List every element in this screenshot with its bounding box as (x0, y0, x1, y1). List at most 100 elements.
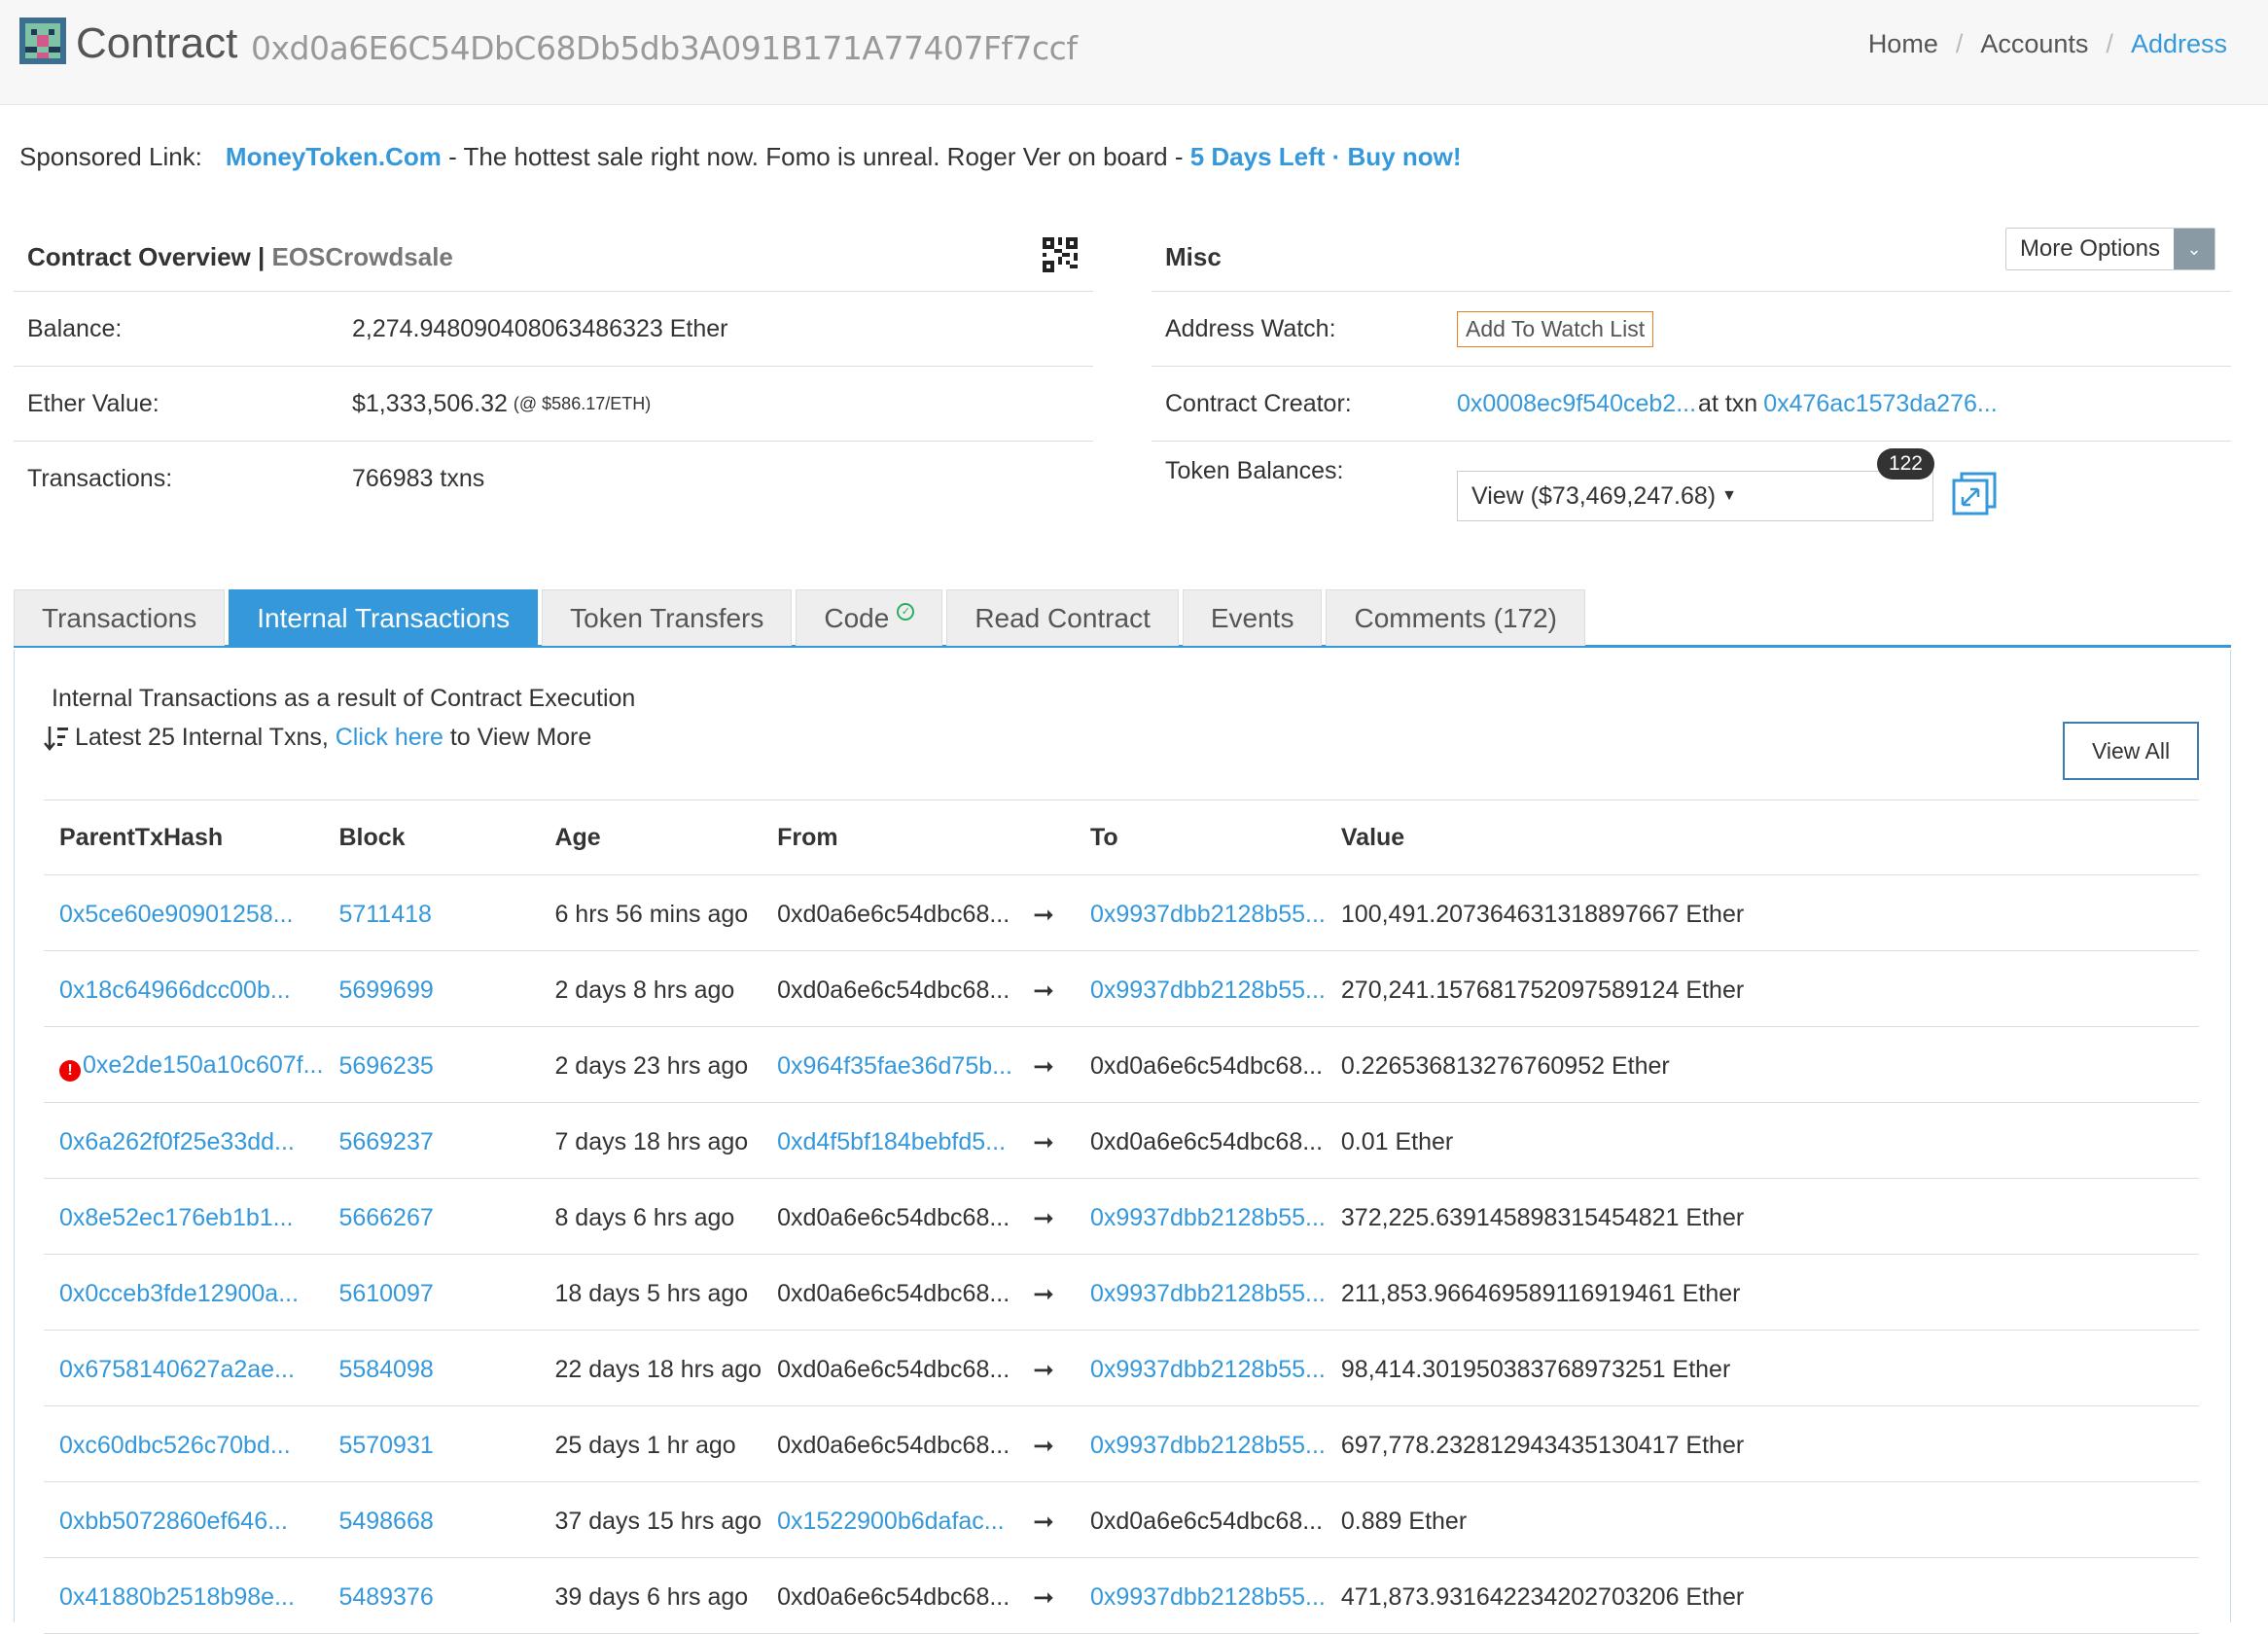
qr-code-icon[interactable] (1043, 237, 1078, 272)
balance-value: 2,274.948090408063486323 Ether (352, 314, 728, 342)
table-row: 0x6758140627a2ae... 5584098 22 days 18 hrs… (44, 1330, 2199, 1406)
age-cell: 39 days 6 hrs ago (539, 1557, 762, 1634)
tab-comments[interactable]: Comments (172) (1326, 589, 1585, 646)
value-cell: 372,225.639145898315454821 Ether (1325, 1178, 2199, 1255)
block-link[interactable]: 5610097 (338, 1280, 433, 1307)
internal-txns-description: Internal Transactions as a result of Con… (52, 685, 636, 712)
more-options-button[interactable]: More Options ⌄ (2004, 228, 2215, 270)
block-link[interactable]: 5669237 (338, 1128, 433, 1155)
block-cell: 5666267 (323, 1178, 540, 1255)
to-address-link[interactable]: 0x9937dbb2128b55... (1090, 1583, 1326, 1611)
contract-creator-label: Contract Creator: (1165, 389, 1352, 417)
parent-tx-hash-link[interactable]: 0xbb5072860ef646... (59, 1508, 288, 1535)
from-cell: 0xd0a6e6c54dbc68... (762, 1557, 1012, 1634)
to-address-link[interactable]: 0x9937dbb2128b55... (1090, 1356, 1326, 1383)
to-cell: 0xd0a6e6c54dbc68... (1074, 1481, 1326, 1558)
table-row: 0x18c64966dcc00b... 5699699 2 days 8 hrs a… (44, 950, 2199, 1027)
add-to-watch-list-button[interactable]: Add To Watch List (1457, 310, 1654, 347)
tab-token-transfers[interactable]: Token Transfers (542, 589, 793, 646)
click-here-link[interactable]: Click here (336, 724, 443, 752)
table-row: 0x0cceb3fde12900a... 5610097 18 days 5 hrs… (44, 1254, 2199, 1331)
breadcrumb-accounts[interactable]: Accounts (1980, 29, 2088, 59)
value-cell: 0.01 Ether (1325, 1102, 2199, 1179)
from-address-link[interactable]: 0xd4f5bf184bebfd5... (777, 1128, 1006, 1155)
block-link[interactable]: 5699699 (338, 977, 433, 1004)
breadcrumb-separator: / (1955, 29, 1964, 58)
view-all-button[interactable]: View All (2063, 722, 2199, 780)
block-link[interactable]: 5696235 (338, 1052, 433, 1080)
to-address: 0xd0a6e6c54dbc68... (1089, 1052, 1324, 1080)
from-cell: 0xd0a6e6c54dbc68... (762, 1254, 1012, 1331)
to-cell: 0x9937dbb2128b55... (1074, 950, 1326, 1027)
from-address: 0xd0a6e6c54dbc68... (777, 977, 1010, 1004)
col-to: To (1074, 799, 1326, 875)
overview-header: Contract Overview | EOSCrowdsale (14, 224, 1093, 292)
parent-tx-hash-link[interactable]: 0xe2de150a10c607f... (83, 1051, 323, 1079)
block-link[interactable]: 5498668 (338, 1508, 433, 1535)
table-row: 0x41880b2518b98e... 5489376 39 days 6 hrs … (44, 1557, 2199, 1634)
from-cell: 0xd0a6e6c54dbc68... (762, 874, 1012, 951)
block-cell: 5696235 (323, 1026, 540, 1103)
parent-tx-hash-cell: 0x5ce60e90901258... (44, 874, 324, 951)
block-cell: 5489376 (323, 1557, 540, 1634)
contract-creator-row: Contract Creator: 0x0008ec9f540ceb2... a… (1152, 367, 2231, 442)
value-cell: 471,873.931642234202703206 Ether (1325, 1557, 2199, 1634)
parent-tx-hash-link[interactable]: 0x6758140627a2ae... (59, 1356, 295, 1383)
to-address-link[interactable]: 0x9937dbb2128b55... (1090, 1432, 1326, 1459)
value-cell: 0.889 Ether (1325, 1481, 2199, 1558)
table-row: 0x6a262f0f25e33dd... 5669237 7 days 18 hrs… (44, 1102, 2199, 1179)
from-address-link[interactable]: 0x1522900b6dafac... (777, 1508, 1005, 1535)
chevron-down-icon: ⌄ (2174, 229, 2215, 269)
value-cell: 100,491.207364631318897667 Ether (1325, 874, 2199, 951)
parent-tx-hash-link[interactable]: 0x8e52ec176eb1b1... (59, 1204, 294, 1231)
sponsored-label: Sponsored Link: (19, 142, 202, 171)
tab-transactions[interactable]: Transactions (14, 589, 226, 646)
creator-txn-link[interactable]: 0x476ac1573da276... (1763, 390, 1998, 418)
latest-txns-prefix: Latest 25 Internal Txns, (75, 724, 336, 751)
address-watch-row: Address Watch: Add To Watch List (1152, 292, 2231, 367)
tab-events[interactable]: Events (1182, 589, 1323, 646)
parent-tx-hash-link[interactable]: 0x5ce60e90901258... (59, 901, 294, 928)
parent-tx-hash-cell: 0x18c64966dcc00b... (44, 950, 324, 1027)
creator-address-link[interactable]: 0x0008ec9f540ceb2... (1457, 390, 1696, 418)
address-watch-label: Address Watch: (1165, 314, 1336, 342)
to-address-link[interactable]: 0x9937dbb2128b55... (1090, 977, 1326, 1004)
parent-tx-hash-link[interactable]: 0x18c64966dcc00b... (59, 977, 291, 1004)
block-link[interactable]: 5489376 (338, 1583, 433, 1611)
to-address-link[interactable]: 0x9937dbb2128b55... (1090, 901, 1326, 928)
to-address-link[interactable]: 0x9937dbb2128b55... (1090, 1204, 1326, 1231)
block-link[interactable]: 5570931 (338, 1432, 433, 1459)
parent-tx-hash-cell: ! 0xe2de150a10c607f... (44, 1026, 324, 1103)
from-address-link[interactable]: 0x964f35fae36d75b... (777, 1052, 1012, 1080)
sponsor-cta-link[interactable]: 5 Days Left · Buy now! (1190, 142, 1462, 171)
tab-internal-transactions[interactable]: Internal Transactions (229, 589, 539, 646)
parent-tx-hash-link[interactable]: 0x6a262f0f25e33dd... (59, 1128, 295, 1155)
parent-tx-hash-link[interactable]: 0x0cceb3fde12900a... (59, 1280, 299, 1307)
tab-read-contract[interactable]: Read Contract (946, 589, 1179, 646)
sponsored-link: Sponsored Link: MoneyToken.Com - The hott… (19, 142, 1462, 172)
to-cell: 0xd0a6e6c54dbc68... (1074, 1102, 1326, 1179)
expand-icon[interactable] (1951, 471, 1998, 517)
to-address-link[interactable]: 0x9937dbb2128b55... (1090, 1280, 1326, 1307)
parent-tx-hash-cell: 0x8e52ec176eb1b1... (44, 1178, 324, 1255)
to-address: 0xd0a6e6c54dbc68... (1089, 1508, 1324, 1535)
block-cell: 5570931 (323, 1405, 540, 1482)
table-row: 0xc60dbc526c70bd... 5570931 25 days 1 hr a… (44, 1405, 2199, 1482)
age-cell: 18 days 5 hrs ago (539, 1254, 762, 1331)
col-age: Age (539, 799, 762, 875)
page-header: Contract 0xd0a6E6C54DbC68Db5db3A091B171A… (0, 0, 2268, 105)
tab-code[interactable]: Code ✓ (796, 589, 943, 646)
parent-tx-hash-link[interactable]: 0xc60dbc526c70bd... (59, 1432, 291, 1459)
token-balances-select[interactable]: View ($73,469,247.68) ▼ 122 (1457, 448, 1934, 521)
ether-rate: (@ $586.17/ETH) (513, 393, 652, 413)
block-link[interactable]: 5584098 (338, 1356, 433, 1383)
from-address: 0xd0a6e6c54dbc68... (777, 1583, 1010, 1611)
parent-tx-hash-link[interactable]: 0x41880b2518b98e... (59, 1583, 295, 1611)
block-cell: 5584098 (323, 1330, 540, 1406)
block-link[interactable]: 5666267 (338, 1204, 433, 1231)
transactions-row: Transactions: 766983 txns (14, 442, 1093, 516)
breadcrumb-home[interactable]: Home (1868, 29, 1938, 59)
block-cell: 5669237 (323, 1102, 540, 1179)
block-link[interactable]: 5711418 (338, 901, 431, 928)
sponsor-brand-link[interactable]: MoneyToken.Com (226, 142, 442, 171)
